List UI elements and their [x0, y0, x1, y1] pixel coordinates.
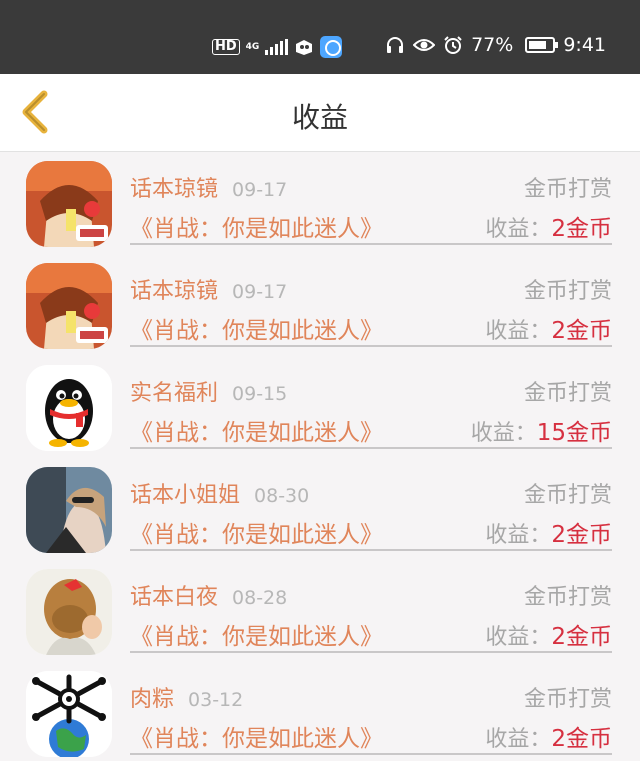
income-label: 收益：	[485, 727, 552, 752]
book-title[interactable]: 《肖战：你是如此迷人》	[130, 719, 383, 753]
row-body: 话本小姐姐 08-30 金币打赏 《肖战：你是如此迷人》 收益：2金币	[130, 459, 612, 551]
battery-level	[529, 41, 547, 49]
income-amount: 2金币	[551, 624, 612, 650]
income-row[interactable]: 肉粽 03-12 金币打赏 《肖战：你是如此迷人》 收益：2金币	[0, 663, 640, 761]
income-value: 收益：15金币	[471, 413, 612, 447]
book-title[interactable]: 《肖战：你是如此迷人》	[130, 311, 383, 345]
user-name: 话本琼镜 09-17	[130, 273, 287, 305]
globe-avatar[interactable]	[26, 671, 112, 757]
income-label: 收益：	[470, 421, 537, 446]
income-amount: 2金币	[551, 318, 612, 344]
income-row[interactable]: 话本白夜 08-28 金币打赏 《肖战：你是如此迷人》 收益：2金币	[0, 561, 640, 663]
alarm-icon	[443, 35, 463, 55]
page-title: 收益	[291, 101, 348, 134]
income-row[interactable]: 话本琼镜 09-17 金币打赏 《肖战：你是如此迷人》 收益：2金币	[0, 255, 640, 357]
row-date: 03-12	[188, 689, 244, 711]
hair-avatar[interactable]	[26, 569, 112, 655]
income-amount: 2金币	[551, 726, 612, 752]
network-type: 4G	[245, 41, 260, 52]
income-label: 收益：	[485, 523, 552, 548]
anime-avatar[interactable]	[26, 263, 112, 349]
income-value: 收益：2金币	[485, 719, 612, 753]
status-bar: HD 4G 77% 9:41	[0, 0, 640, 74]
user-name: 话本琼镜 09-17	[130, 171, 287, 203]
user-name-text: 实名福利	[130, 381, 219, 406]
row-date: 09-17	[232, 179, 288, 201]
income-label: 收益：	[485, 625, 552, 650]
row-body: 肉粽 03-12 金币打赏 《肖战：你是如此迷人》 收益：2金币	[130, 663, 612, 755]
battery-percent: 77%	[471, 34, 514, 56]
income-row[interactable]: 话本琼镜 09-17 金币打赏 《肖战：你是如此迷人》 收益：2金币	[0, 153, 640, 255]
user-name-text: 话本琼镜	[130, 279, 219, 304]
row-date: 08-30	[254, 485, 310, 507]
user-name: 实名福利 09-15	[130, 375, 287, 407]
headphones-icon	[385, 36, 405, 54]
reward-type: 金币打赏	[523, 177, 612, 202]
signal-icon	[265, 39, 289, 55]
book-title[interactable]: 《肖战：你是如此迷人》	[130, 209, 383, 243]
browser-notification-icon	[320, 36, 343, 58]
income-value: 收益：2金币	[485, 515, 612, 549]
user-name: 话本小姐姐 08-30	[130, 477, 309, 509]
income-amount: 2金币	[551, 522, 612, 548]
reward-type: 金币打赏	[523, 279, 612, 304]
income-list: 话本琼镜 09-17 金币打赏 《肖战：你是如此迷人》 收益：2金币 话本琼镜 09…	[0, 153, 640, 761]
income-label: 收益：	[485, 217, 552, 242]
row-date: 09-15	[232, 383, 288, 405]
clock: 9:41	[563, 34, 606, 56]
income-value: 收益：2金币	[485, 311, 612, 345]
income-value: 收益：2金币	[485, 209, 612, 243]
user-name: 话本白夜 08-28	[130, 579, 287, 611]
page-header: 收益	[0, 74, 640, 152]
battery-icon	[525, 37, 559, 53]
eye-icon	[413, 37, 436, 53]
income-row[interactable]: 实名福利 09-15 金币打赏 《肖战：你是如此迷人》 收益：15金币	[0, 357, 640, 459]
reward-type: 金币打赏	[523, 483, 612, 508]
user-name-text: 话本白夜	[130, 585, 219, 610]
income-amount: 2金币	[551, 216, 612, 242]
income-amount: 15金币	[536, 420, 612, 446]
user-name: 肉粽 03-12	[130, 681, 243, 713]
reward-type: 金币打赏	[523, 687, 612, 712]
app-notification-icon	[294, 38, 314, 56]
row-date: 09-17	[232, 281, 288, 303]
row-body: 话本琼镜 09-17 金币打赏 《肖战：你是如此迷人》 收益：2金币	[130, 153, 612, 245]
book-title[interactable]: 《肖战：你是如此迷人》	[130, 617, 383, 651]
reward-type: 金币打赏	[523, 381, 612, 406]
income-row[interactable]: 话本小姐姐 08-30 金币打赏 《肖战：你是如此迷人》 收益：2金币	[0, 459, 640, 561]
book-title[interactable]: 《肖战：你是如此迷人》	[130, 515, 383, 549]
row-body: 话本琼镜 09-17 金币打赏 《肖战：你是如此迷人》 收益：2金币	[130, 255, 612, 347]
book-title[interactable]: 《肖战：你是如此迷人》	[130, 413, 383, 447]
user-name-text: 话本琼镜	[130, 177, 219, 202]
status-bar-left: HD 4G	[212, 36, 343, 58]
row-body: 实名福利 09-15 金币打赏 《肖战：你是如此迷人》 收益：15金币	[130, 357, 612, 449]
user-name-text: 肉粽	[130, 687, 175, 712]
row-date: 08-28	[232, 587, 288, 609]
hd-badge: HD	[212, 39, 240, 55]
status-bar-right: 77% 9:41	[385, 34, 606, 56]
row-body: 话本白夜 08-28 金币打赏 《肖战：你是如此迷人》 收益：2金币	[130, 561, 612, 653]
photo-avatar[interactable]	[26, 467, 112, 553]
reward-type: 金币打赏	[523, 585, 612, 610]
penguin-avatar[interactable]	[26, 365, 112, 451]
income-label: 收益：	[485, 319, 552, 344]
anime-avatar[interactable]	[26, 161, 112, 247]
user-name-text: 话本小姐姐	[130, 483, 241, 508]
income-value: 收益：2金币	[485, 617, 612, 651]
